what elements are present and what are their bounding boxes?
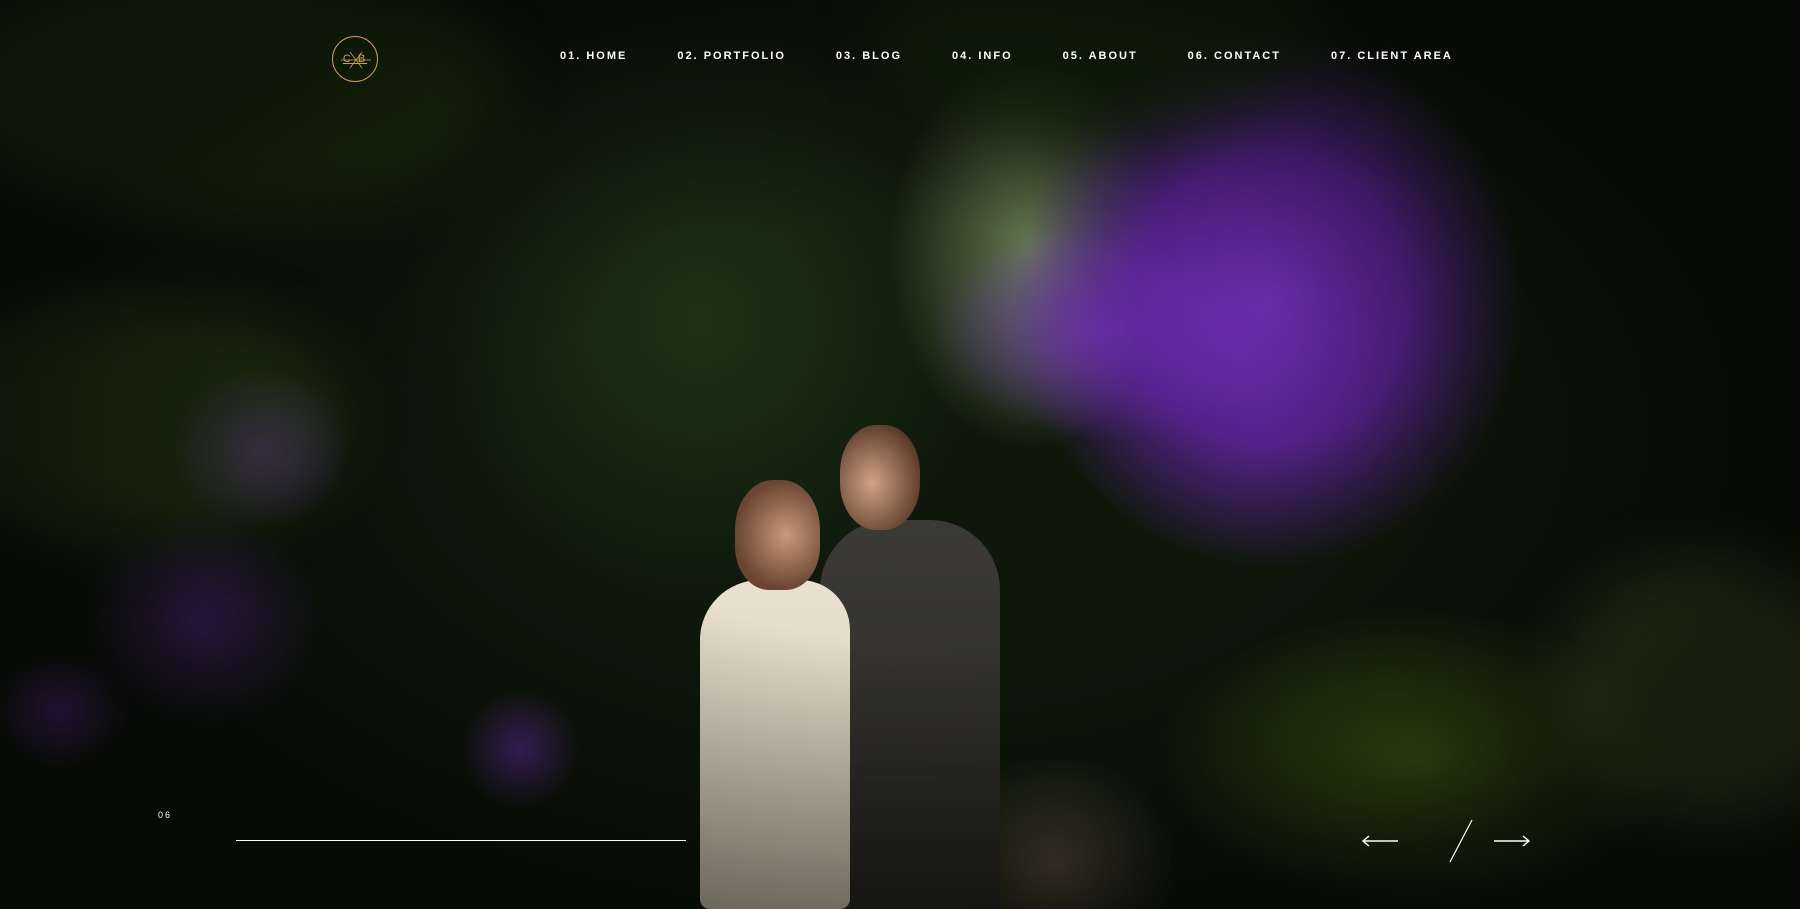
nav-item-blog[interactable]: 03. BLOG	[836, 50, 902, 62]
slide-counter: 06	[158, 810, 173, 820]
slide-progress-fill	[236, 840, 686, 841]
nav-item-info[interactable]: 04. INFO	[952, 50, 1013, 62]
arrow-right-icon[interactable]	[1492, 832, 1532, 850]
nav-item-portfolio[interactable]: 02. PORTFOLIO	[677, 50, 786, 62]
site-header: C B 01. HOME 02. PORTFOLIO 03. BLOG 04. …	[0, 0, 1800, 120]
slider-navigation	[1360, 818, 1532, 864]
nav-item-about[interactable]: 05. ABOUT	[1063, 50, 1138, 62]
logo-text: C B	[342, 53, 368, 65]
photo-vignette	[0, 0, 1800, 909]
nav-item-home[interactable]: 01. HOME	[560, 50, 627, 62]
main-nav: 01. HOME 02. PORTFOLIO 03. BLOG 04. INFO…	[560, 50, 1453, 62]
arrow-left-icon[interactable]	[1360, 832, 1400, 850]
nav-item-contact[interactable]: 06. CONTACT	[1188, 50, 1281, 62]
hero-stage: C B 01. HOME 02. PORTFOLIO 03. BLOG 04. …	[0, 0, 1800, 909]
site-logo[interactable]: C B	[332, 36, 378, 82]
nav-item-client-area[interactable]: 07. CLIENT AREA	[1331, 50, 1453, 62]
slide-progress-track	[236, 840, 686, 841]
slash-divider-icon	[1449, 819, 1473, 863]
